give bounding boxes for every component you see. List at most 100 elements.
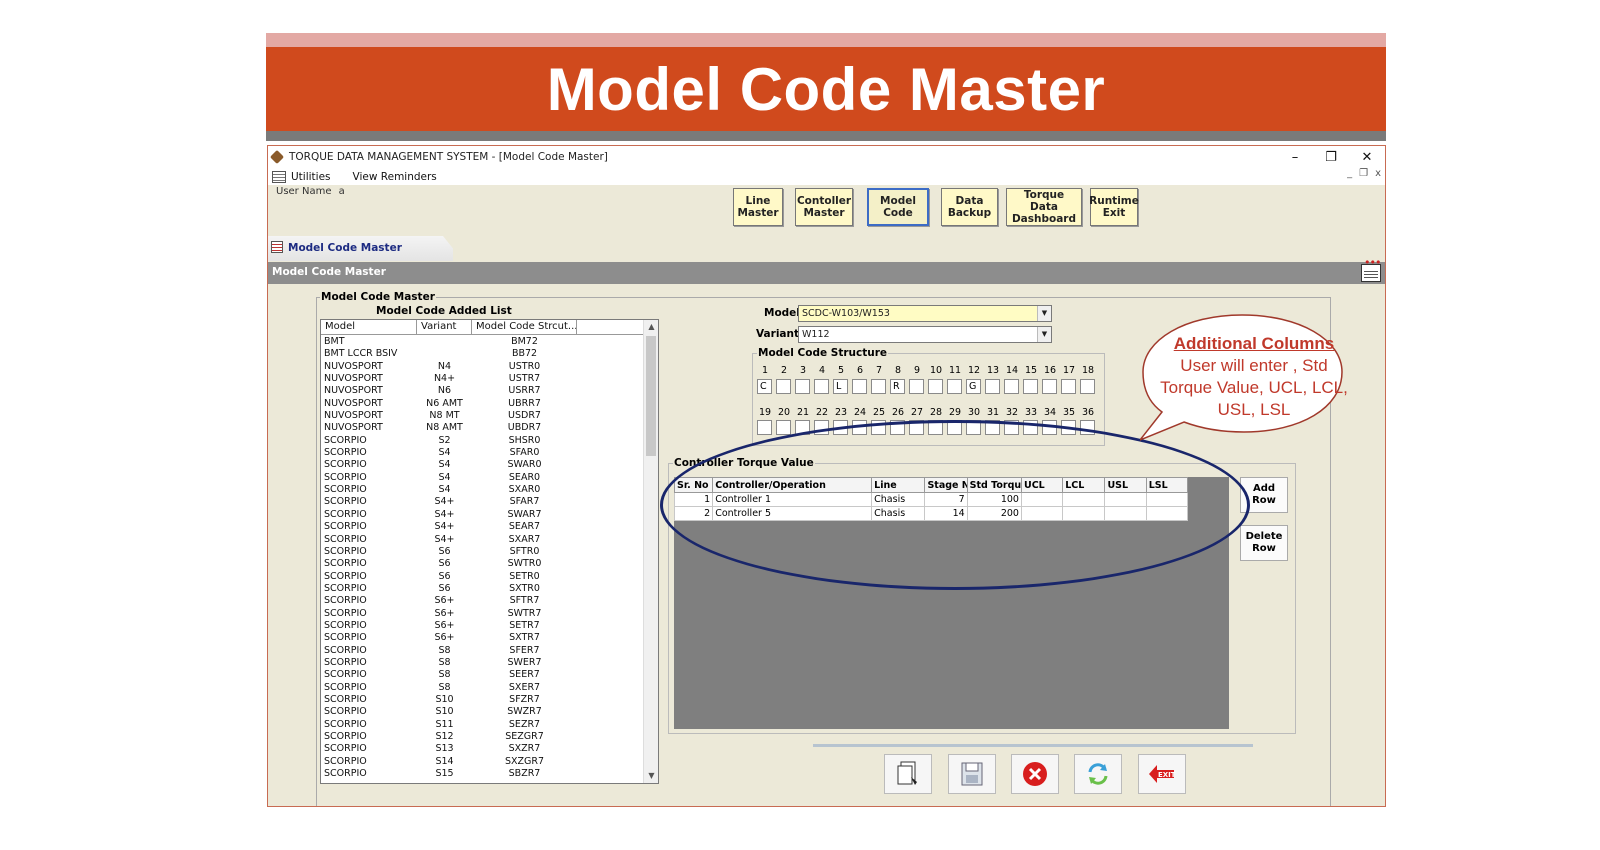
torque-dashboard-button[interactable]: Torque Data Dashboard: [1006, 188, 1082, 226]
structure-cell[interactable]: [757, 420, 772, 435]
new-button[interactable]: [884, 754, 932, 794]
structure-cell[interactable]: [1080, 379, 1095, 394]
list-item[interactable]: NUVOSPORT N4+ USTR7: [321, 373, 643, 385]
list-item[interactable]: SCORPIO S6 SWTR0: [321, 558, 643, 570]
column-header-code-structure[interactable]: Model Code Strcut...: [472, 320, 577, 335]
list-cell-model: NUVOSPORT: [324, 385, 383, 397]
structure-cell[interactable]: R: [890, 379, 905, 394]
cancel-button[interactable]: [1011, 754, 1059, 794]
list-item[interactable]: SCORPIO S6 SFTR0: [321, 546, 643, 558]
structure-cell[interactable]: [985, 379, 1000, 394]
list-item[interactable]: SCORPIO S10 SFZR7: [321, 694, 643, 706]
list-item[interactable]: NUVOSPORT N8 MT USDR7: [321, 410, 643, 422]
list-item[interactable]: SCORPIO S15 SBZR7: [321, 768, 643, 780]
list-item[interactable]: SCORPIO S6+ SXTR7: [321, 632, 643, 644]
minimize-button[interactable]: –: [1277, 146, 1313, 168]
scroll-thumb[interactable]: [646, 336, 656, 456]
position-number: 31: [986, 407, 1000, 418]
refresh-button[interactable]: [1074, 754, 1122, 794]
list-item[interactable]: SCORPIO S4+ SXAR7: [321, 534, 643, 546]
list-item[interactable]: SCORPIO S4 SWAR0: [321, 459, 643, 471]
structure-cell[interactable]: [928, 379, 943, 394]
menu-utilities[interactable]: Utilities: [291, 171, 331, 183]
controller-master-button[interactable]: Contoller Master: [795, 188, 853, 226]
list-item[interactable]: SCORPIO S4 SEAR0: [321, 472, 643, 484]
list-item[interactable]: SCORPIO S14 SXZGR7: [321, 756, 643, 768]
scroll-down-icon[interactable]: ▼: [644, 769, 658, 783]
grid-view-icon[interactable]: [1361, 256, 1381, 282]
list-item[interactable]: BMT LCCR BSIV BB72: [321, 348, 643, 360]
list-item[interactable]: SCORPIO S12 SEZGR7: [321, 731, 643, 743]
close-button[interactable]: ✕: [1349, 146, 1385, 168]
exit-icon: EXIT: [1149, 765, 1176, 783]
structure-cell[interactable]: [776, 379, 791, 394]
list-item[interactable]: SCORPIO S13 SXZR7: [321, 743, 643, 755]
chevron-down-icon[interactable]: ▼: [1037, 306, 1051, 321]
save-button[interactable]: [948, 754, 996, 794]
structure-cell[interactable]: C: [757, 379, 772, 394]
structure-cell[interactable]: [1004, 379, 1019, 394]
structure-cell[interactable]: [1023, 379, 1038, 394]
structure-cell[interactable]: G: [966, 379, 981, 394]
list-item[interactable]: SCORPIO S4 SXAR0: [321, 484, 643, 496]
structure-cell[interactable]: [795, 379, 810, 394]
list-item[interactable]: SCORPIO S6 SXTR0: [321, 583, 643, 595]
list-item[interactable]: SCORPIO S4 SFAR0: [321, 447, 643, 459]
structure-cell[interactable]: [1042, 379, 1057, 394]
list-item[interactable]: NUVOSPORT N6 AMT UBRR7: [321, 398, 643, 410]
structure-cell[interactable]: [776, 420, 791, 435]
column-header-model[interactable]: Model: [321, 320, 417, 335]
list-cell-code: SHSR0: [508, 434, 541, 446]
list-item[interactable]: NUVOSPORT N8 AMT UBDR7: [321, 422, 643, 434]
banner-top-strip: [266, 33, 1386, 47]
tab-model-code-master[interactable]: Model Code Master: [268, 236, 453, 261]
list-item[interactable]: BMT BM72: [321, 336, 643, 348]
line-master-button[interactable]: Line Master: [733, 188, 783, 226]
list-item[interactable]: SCORPIO S8 SXER7: [321, 682, 643, 694]
structure-cell[interactable]: [947, 379, 962, 394]
list-item[interactable]: NUVOSPORT N4 USTR0: [321, 361, 643, 373]
structure-cell[interactable]: [909, 379, 924, 394]
structure-cell[interactable]: L: [833, 379, 848, 394]
list-item[interactable]: SCORPIO S8 SEER7: [321, 669, 643, 681]
mdi-minimize-button[interactable]: _: [1347, 168, 1352, 179]
model-select[interactable]: SCDC-W103/W153 ▼: [798, 305, 1052, 322]
list-item[interactable]: SCORPIO S11 SEZR7: [321, 719, 643, 731]
mdi-close-button[interactable]: x: [1375, 168, 1381, 179]
data-backup-button[interactable]: Data Backup: [941, 188, 998, 226]
exit-button[interactable]: EXIT: [1138, 754, 1186, 794]
list-item[interactable]: SCORPIO S6+ SETR7: [321, 620, 643, 632]
scroll-up-icon[interactable]: ▲: [644, 320, 658, 334]
list-item[interactable]: SCORPIO S10 SWZR7: [321, 706, 643, 718]
list-item[interactable]: SCORPIO S4+ SEAR7: [321, 521, 643, 533]
menu-view-reminders[interactable]: View Reminders: [353, 171, 437, 183]
list-item[interactable]: SCORPIO S6+ SFTR7: [321, 595, 643, 607]
model-code-list[interactable]: Model Variant Model Code Strcut... BMT BM…: [320, 319, 659, 784]
list-item[interactable]: SCORPIO S4+ SFAR7: [321, 496, 643, 508]
structure-cell[interactable]: [1061, 379, 1076, 394]
list-item[interactable]: SCORPIO S8 SWER7: [321, 657, 643, 669]
runtime-exit-button[interactable]: Runtime Exit: [1089, 188, 1139, 226]
structure-cell[interactable]: [871, 379, 886, 394]
delete-row-button[interactable]: Delete Row: [1240, 525, 1288, 561]
column-header-variant[interactable]: Variant: [417, 320, 472, 335]
list-item[interactable]: SCORPIO S6+ SWTR7: [321, 608, 643, 620]
restore-button[interactable]: ❐: [1313, 146, 1349, 168]
mdi-restore-button[interactable]: ❐: [1359, 168, 1368, 179]
list-item[interactable]: SCORPIO S4+ SWAR7: [321, 509, 643, 521]
list-item[interactable]: SCORPIO S2 SHSR0: [321, 435, 643, 447]
list-cell-variant: N8 MT: [429, 410, 460, 422]
list-item[interactable]: SCORPIO S6 SETR0: [321, 571, 643, 583]
list-item[interactable]: SCORPIO S8 SFER7: [321, 645, 643, 657]
position-number: 3: [799, 365, 807, 376]
list-scrollbar[interactable]: ▲ ▼: [643, 320, 658, 783]
model-code-button[interactable]: Model Code: [867, 188, 929, 226]
list-cell-variant: S4: [438, 484, 451, 496]
structure-cell[interactable]: [814, 379, 829, 394]
list-cell-variant: S6+: [434, 607, 455, 619]
variant-select[interactable]: W112 ▼: [798, 326, 1052, 343]
list-item[interactable]: NUVOSPORT N6 USRR7: [321, 385, 643, 397]
chevron-down-icon[interactable]: ▼: [1037, 327, 1051, 342]
structure-cell[interactable]: [852, 379, 867, 394]
list-cell-code: USTR0: [508, 360, 541, 372]
